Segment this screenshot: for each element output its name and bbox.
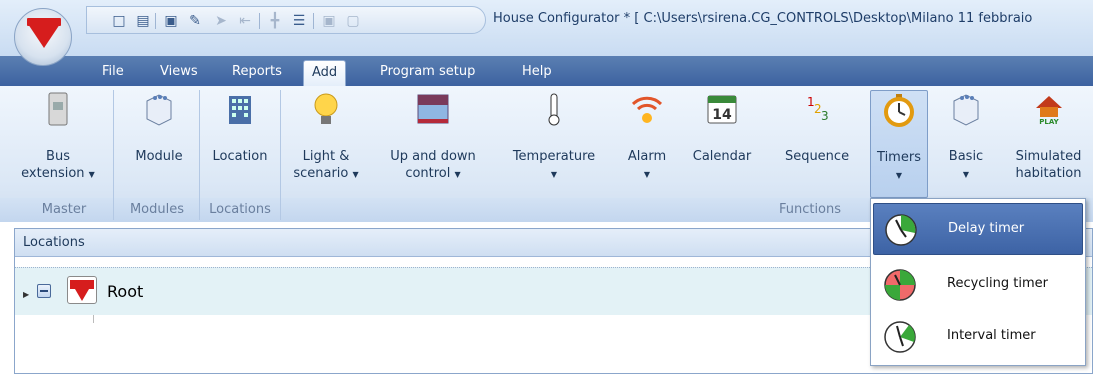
timers-label: Timers [877, 150, 921, 165]
light-scenario-button[interactable]: Light & scenario ▼ [284, 90, 368, 198]
light-scenario-label-1: Light & [302, 149, 350, 164]
calendar-icon: 14 [707, 95, 737, 124]
tab-program-setup[interactable]: Program setup [372, 60, 483, 86]
toolbar-separator [259, 13, 260, 29]
bus-extension-icon [48, 92, 68, 126]
brand-logo-triangle [28, 24, 60, 48]
svg-text:3: 3 [821, 109, 829, 123]
collapse-toggle-icon[interactable] [37, 284, 51, 298]
module-label: Module [135, 149, 183, 164]
temperature-label: Temperature [512, 149, 596, 164]
basic-button[interactable]: Basic ▼ [936, 90, 996, 198]
tree-item-label: Root [107, 282, 144, 301]
location-button[interactable]: Location [202, 90, 278, 198]
calendar-label: Calendar [692, 149, 752, 164]
alarm-label: Alarm [627, 149, 667, 164]
up-down-control-label-1: Up and down [390, 149, 476, 164]
title-bar: □ ▤ ▣ ✎ ➤ ⇤ ╋ ☰ ▣ ▢ House Configurator *… [0, 0, 1093, 56]
tab-help[interactable]: Help [514, 60, 560, 86]
menu-item-recycling-timer[interactable]: Recycling timer [873, 259, 1083, 311]
dropdown-arrow-icon: ▼ [550, 170, 558, 179]
delay-timer-label: Delay timer [948, 221, 1025, 236]
row-pointer-icon: ▶ [23, 290, 30, 299]
grid-icon[interactable]: ╋ [267, 13, 283, 29]
simulated-habitation-button[interactable]: PLAY Simulated habitation [1004, 90, 1093, 198]
simulated-habitation-label-2: habitation [1015, 166, 1082, 181]
delay-timer-icon [885, 214, 917, 246]
dropdown-arrow-icon: ▼ [88, 170, 95, 179]
tree-connector-line [93, 315, 94, 323]
sequence-icon: 1 2 3 [807, 95, 829, 123]
house-play-icon: PLAY [1035, 96, 1062, 126]
timers-button[interactable]: Timers ▼ [870, 90, 928, 198]
tab-reports[interactable]: Reports [224, 60, 290, 86]
interval-timer-label: Interval timer [947, 328, 1036, 343]
window-blind-icon [417, 94, 449, 124]
play-text: PLAY [1039, 118, 1059, 126]
thermometer-icon [548, 93, 560, 126]
group-label-functions: Functions [778, 202, 842, 217]
bus-extension-label-1: Bus [46, 149, 70, 164]
up-down-control-button[interactable]: Up and down control ▼ [372, 90, 494, 198]
group-label-locations: Locations [209, 202, 271, 217]
new-file-icon[interactable]: □ [111, 13, 127, 29]
temperature-button[interactable]: Temperature ▼ [502, 90, 606, 198]
tree-structure-icon[interactable]: ☰ [291, 13, 307, 29]
toolbar-separator [155, 13, 156, 29]
dropdown-arrow-icon: ▼ [643, 170, 651, 179]
basic-module-icon [953, 94, 979, 126]
menu-tab-bar: File Views Reports Add Program setup Hel… [0, 56, 1093, 86]
alarm-button[interactable]: Alarm ▼ [616, 90, 678, 198]
tab-views[interactable]: Views [152, 60, 206, 86]
group-separator [280, 90, 281, 220]
tab-add[interactable]: Add [303, 60, 347, 86]
window-title: House Configurator * [ C:\Users\rsirena.… [493, 11, 1033, 26]
timers-dropdown-menu: Delay timer Recycling timer Interval tim… [870, 198, 1086, 366]
monitor-off-icon[interactable]: ▢ [345, 13, 361, 29]
sequence-button[interactable]: 1 2 3 Sequence [772, 90, 862, 198]
back-icon[interactable]: ⇤ [237, 13, 253, 29]
forward-icon[interactable]: ➤ [213, 13, 229, 29]
toolbar-separator [313, 13, 314, 29]
dropdown-arrow-icon: ▼ [895, 171, 903, 180]
monitor-icon[interactable]: ▣ [321, 13, 337, 29]
group-separator [113, 90, 114, 220]
building-icon [229, 96, 251, 124]
save-icon[interactable]: ▣ [163, 13, 179, 29]
up-down-control-label-2: control [405, 166, 451, 181]
menu-item-delay-timer[interactable]: Delay timer [873, 203, 1083, 255]
module-button[interactable]: Module [120, 90, 198, 198]
light-scenario-label-2: scenario [293, 166, 349, 181]
light-bulb-icon [314, 93, 338, 124]
root-logo-icon [67, 276, 97, 304]
dropdown-arrow-icon: ▼ [352, 170, 359, 179]
stopwatch-icon [884, 94, 914, 127]
interval-timer-icon [884, 321, 916, 353]
edit-icon[interactable]: ✎ [187, 13, 203, 29]
location-label: Location [212, 149, 268, 164]
menu-item-interval-timer[interactable]: Interval timer [873, 311, 1083, 363]
recycling-timer-label: Recycling timer [947, 276, 1048, 291]
open-file-icon[interactable]: ▤ [135, 13, 151, 29]
simulated-habitation-label-1: Simulated [1015, 149, 1082, 164]
sequence-label: Sequence [784, 149, 850, 164]
bus-extension-button[interactable]: Bus extension ▼ [16, 90, 100, 198]
dropdown-arrow-icon: ▼ [962, 170, 970, 179]
calendar-button[interactable]: 14 Calendar [686, 90, 758, 198]
calendar-day-text: 14 [712, 107, 732, 123]
basic-label: Basic [948, 149, 984, 164]
group-label-master: Master [41, 202, 87, 217]
alarm-signal-icon [631, 96, 663, 123]
quick-access-toolbar: □ ▤ ▣ ✎ ➤ ⇤ ╋ ☰ ▣ ▢ [86, 6, 486, 34]
group-label-modules: Modules [129, 202, 185, 217]
tab-file[interactable]: File [94, 60, 132, 86]
application-menu-button[interactable] [14, 8, 72, 66]
bus-extension-label-2: extension [21, 166, 85, 181]
module-icon [146, 94, 172, 126]
recycling-timer-icon [884, 269, 916, 301]
dropdown-arrow-icon: ▼ [454, 170, 461, 179]
